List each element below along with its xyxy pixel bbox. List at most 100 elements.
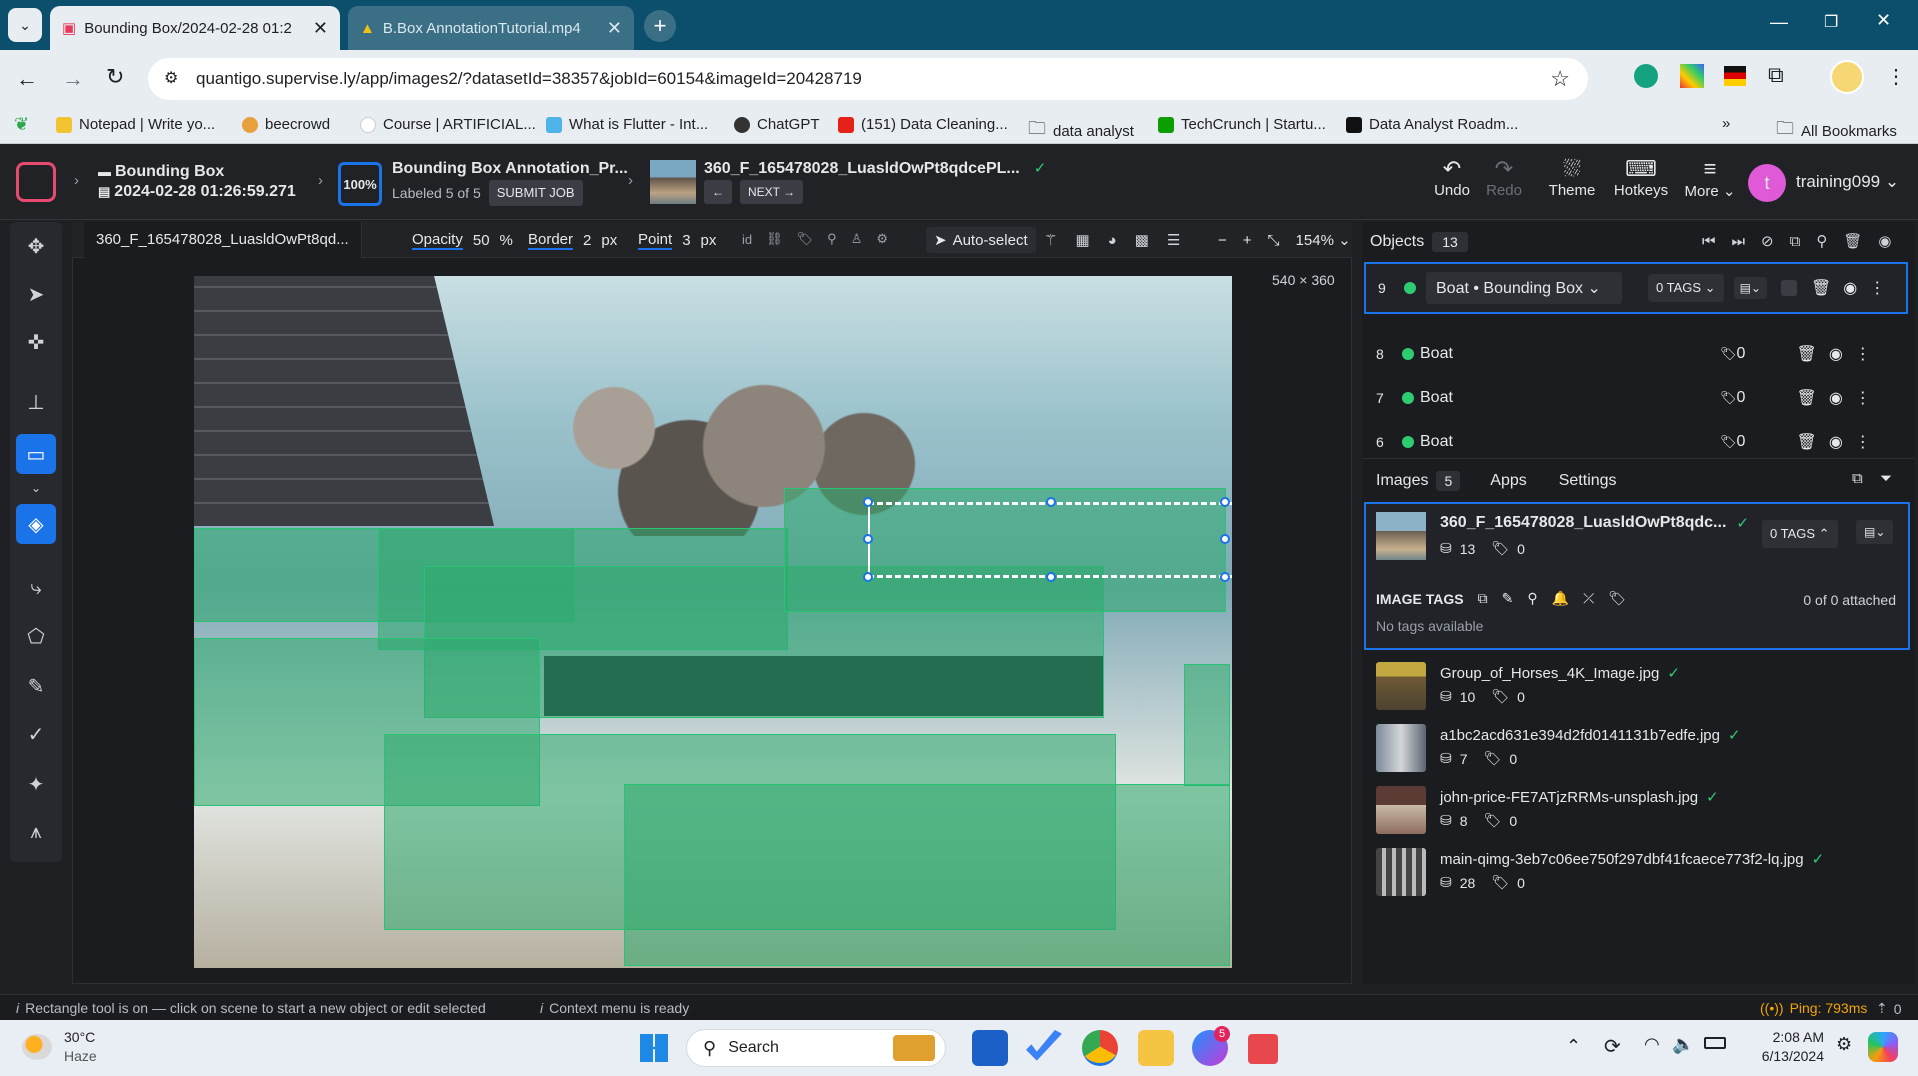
move-tool-icon[interactable]: ✜ [16, 322, 56, 362]
opacity-value[interactable]: 50 [473, 232, 490, 249]
delete-all-icon[interactable]: 🗑 [1843, 232, 1862, 250]
delete-icon[interactable]: 🗑 [1797, 344, 1817, 364]
images-tab[interactable]: Images [1376, 472, 1428, 490]
clear-icon[interactable]: ⤫ [1583, 590, 1594, 607]
search-icon[interactable]: ⚲ [1527, 590, 1537, 607]
apps-tab[interactable]: Apps [1490, 472, 1526, 490]
auto-select-button[interactable]: ➤ Auto-select [926, 227, 1036, 253]
resize-handle[interactable] [1046, 497, 1056, 507]
filter-icon[interactable]: ⚲ [1816, 232, 1827, 250]
next-image-button[interactable]: NEXT → [740, 180, 804, 204]
brush-tool-icon[interactable]: ✎ [16, 666, 56, 706]
more-bookmarks-icon[interactable]: » [1722, 115, 1730, 132]
back-icon[interactable]: ← [16, 66, 38, 92]
bbox-object[interactable] [624, 784, 1230, 966]
kebab-menu-icon[interactable]: ⋮ [1855, 432, 1871, 452]
minimize-icon[interactable]: — [1770, 12, 1788, 33]
select-pointer-icon[interactable]: ➤ [16, 274, 56, 314]
border-value[interactable]: 2 [583, 232, 591, 249]
color-select-icon[interactable]: ▤⌄ [1856, 520, 1894, 544]
bookmark-beecrowd[interactable]: beecrowd [242, 116, 330, 133]
pan-tool-icon[interactable]: ✥ [16, 226, 56, 266]
open-icon[interactable]: ⧉ [1478, 590, 1488, 607]
class-icon[interactable]: ⚲ [827, 231, 837, 247]
list-item[interactable]: a1bc2acd631e394d2fd0141131b7edfe.jpg ✓ ⛁ 7… [1376, 720, 1906, 778]
chrome-icon[interactable] [1082, 1030, 1118, 1066]
close-tab-icon[interactable]: ✕ [313, 18, 328, 39]
list-item[interactable]: main-qimg-3eb7c06ee750f297dbf41fcaece773… [1376, 844, 1906, 902]
polygon-tool-icon[interactable]: ⬠ [16, 616, 56, 656]
line-tool-icon[interactable]: ⤷ [16, 568, 56, 608]
zoom-select[interactable]: 154% ⌄ [1296, 231, 1351, 249]
sliders-icon[interactable]: ☰ [1167, 231, 1180, 249]
user-avatar[interactable]: t [1748, 164, 1786, 202]
fill-tool-icon[interactable]: ◈ [16, 504, 56, 544]
object-row[interactable]: 7 Boat 🏷 0 🗑 ◉ ⋮ [1364, 376, 1908, 420]
list-item[interactable]: john-price-FE7ATjzRRMs-unsplash.jpg ✓ ⛁ 8 🏷… [1376, 782, 1906, 840]
user-icon[interactable]: ♙ [851, 231, 863, 247]
rectangle-tool-icon[interactable]: ▭ [16, 434, 56, 474]
first-icon[interactable]: ⏮ [1702, 233, 1716, 250]
grammarly-icon[interactable] [1634, 64, 1658, 88]
filter-icon[interactable]: ⏷ [1880, 470, 1892, 487]
close-tab-icon[interactable]: ✕ [607, 18, 622, 39]
eye-icon[interactable]: ◉ [1829, 388, 1843, 408]
chevron-down-icon[interactable]: ⌄ [16, 478, 56, 498]
last-icon[interactable]: ⏭ [1732, 233, 1746, 250]
volume-icon[interactable]: 🔈 [1672, 1034, 1694, 1055]
point-control[interactable]: Point 3 px [638, 231, 716, 250]
reload-icon[interactable]: ↻ [106, 64, 124, 90]
user-menu[interactable]: training099 ⌄ [1796, 172, 1899, 192]
bookmark-flutter[interactable]: What is Flutter - Int... [546, 116, 708, 133]
graph-tool-icon[interactable]: ⩚ [16, 812, 56, 852]
zoom-out-icon[interactable]: − [1218, 232, 1227, 249]
all-bookmarks-folder[interactable]: 🗀 All Bookmarks [1776, 116, 1897, 146]
supervisely-logo-icon[interactable] [16, 162, 56, 202]
fit-icon[interactable]: ⤡ [1268, 232, 1280, 249]
kebab-menu-icon[interactable]: ⋮ [1855, 388, 1871, 408]
url-field[interactable]: ⚙ quantigo.supervise.ly/app/images2/?dat… [148, 58, 1588, 100]
bookmark-data-analyst[interactable]: 🗀 data analyst [1028, 116, 1134, 146]
hide-all-icon[interactable]: ⊘ [1761, 232, 1774, 250]
object-tags-button[interactable]: 0 TAGS ⌄ [1648, 274, 1724, 302]
resize-handle[interactable] [863, 534, 873, 544]
bookmark-roadmap[interactable]: Data Analyst Roadm... [1346, 116, 1518, 133]
point-value[interactable]: 3 [682, 232, 690, 249]
site-info-icon[interactable]: ⚙ [164, 68, 178, 88]
bookmark-leaf-icon[interactable]: ❦ [14, 114, 29, 135]
more-button[interactable]: ≡ More ⌄ [1680, 158, 1740, 201]
eye-icon[interactable]: ◉ [1829, 432, 1843, 452]
bbox-object[interactable] [1184, 664, 1230, 786]
resize-handle[interactable] [1220, 534, 1230, 544]
resize-handle[interactable] [1220, 497, 1230, 507]
extensions-puzzle-icon[interactable]: ⧉ [1768, 62, 1784, 88]
resize-handle[interactable] [1046, 572, 1056, 582]
copy-icon[interactable]: ⧉ [1790, 233, 1801, 250]
magic-wand-icon[interactable]: ⚚ [1044, 231, 1057, 249]
theme-button[interactable]: ⛆ Theme [1544, 158, 1600, 200]
start-windows-icon[interactable] [640, 1034, 668, 1062]
todo-icon[interactable] [1026, 1030, 1062, 1061]
forward-icon[interactable]: → [62, 66, 84, 92]
settings-gear-icon[interactable]: ⚙ [876, 231, 888, 247]
weather-widget[interactable]: 30°C Haze [64, 1028, 97, 1066]
new-tab-button[interactable]: + [644, 10, 676, 42]
selected-bbox[interactable] [868, 502, 1232, 578]
grid-icon[interactable]: ▦ [1075, 231, 1089, 249]
close-window-icon[interactable]: ✕ [1876, 10, 1891, 31]
link-icon[interactable]: ⛓ [766, 231, 783, 247]
resize-handle[interactable] [863, 497, 873, 507]
restore-icon[interactable]: ❐ [1824, 12, 1838, 32]
clock[interactable]: 2:08 AM 6/13/2024 [1746, 1028, 1824, 1066]
current-image-card[interactable]: 360_F_165478028_LuasldOwPt8qdc... ✓ ⛁ 13 … [1364, 502, 1910, 650]
bell-icon[interactable]: 🔔 [1552, 590, 1569, 607]
id-icon[interactable]: id [742, 232, 752, 247]
bookmark-chatgpt[interactable]: ChatGPT [734, 116, 820, 133]
opacity-control[interactable]: Opacity 50% [412, 231, 513, 250]
resize-handle[interactable] [863, 572, 873, 582]
objects-tab[interactable]: Objects [1370, 233, 1424, 251]
redo-button[interactable]: ↷ Redo [1482, 158, 1526, 200]
battery-icon[interactable] [1704, 1037, 1726, 1049]
tab-tutorial-video[interactable]: ▲ B.Box AnnotationTutorial.mp4 ✕ [348, 6, 634, 50]
eye-icon[interactable]: ◉ [1829, 344, 1843, 364]
